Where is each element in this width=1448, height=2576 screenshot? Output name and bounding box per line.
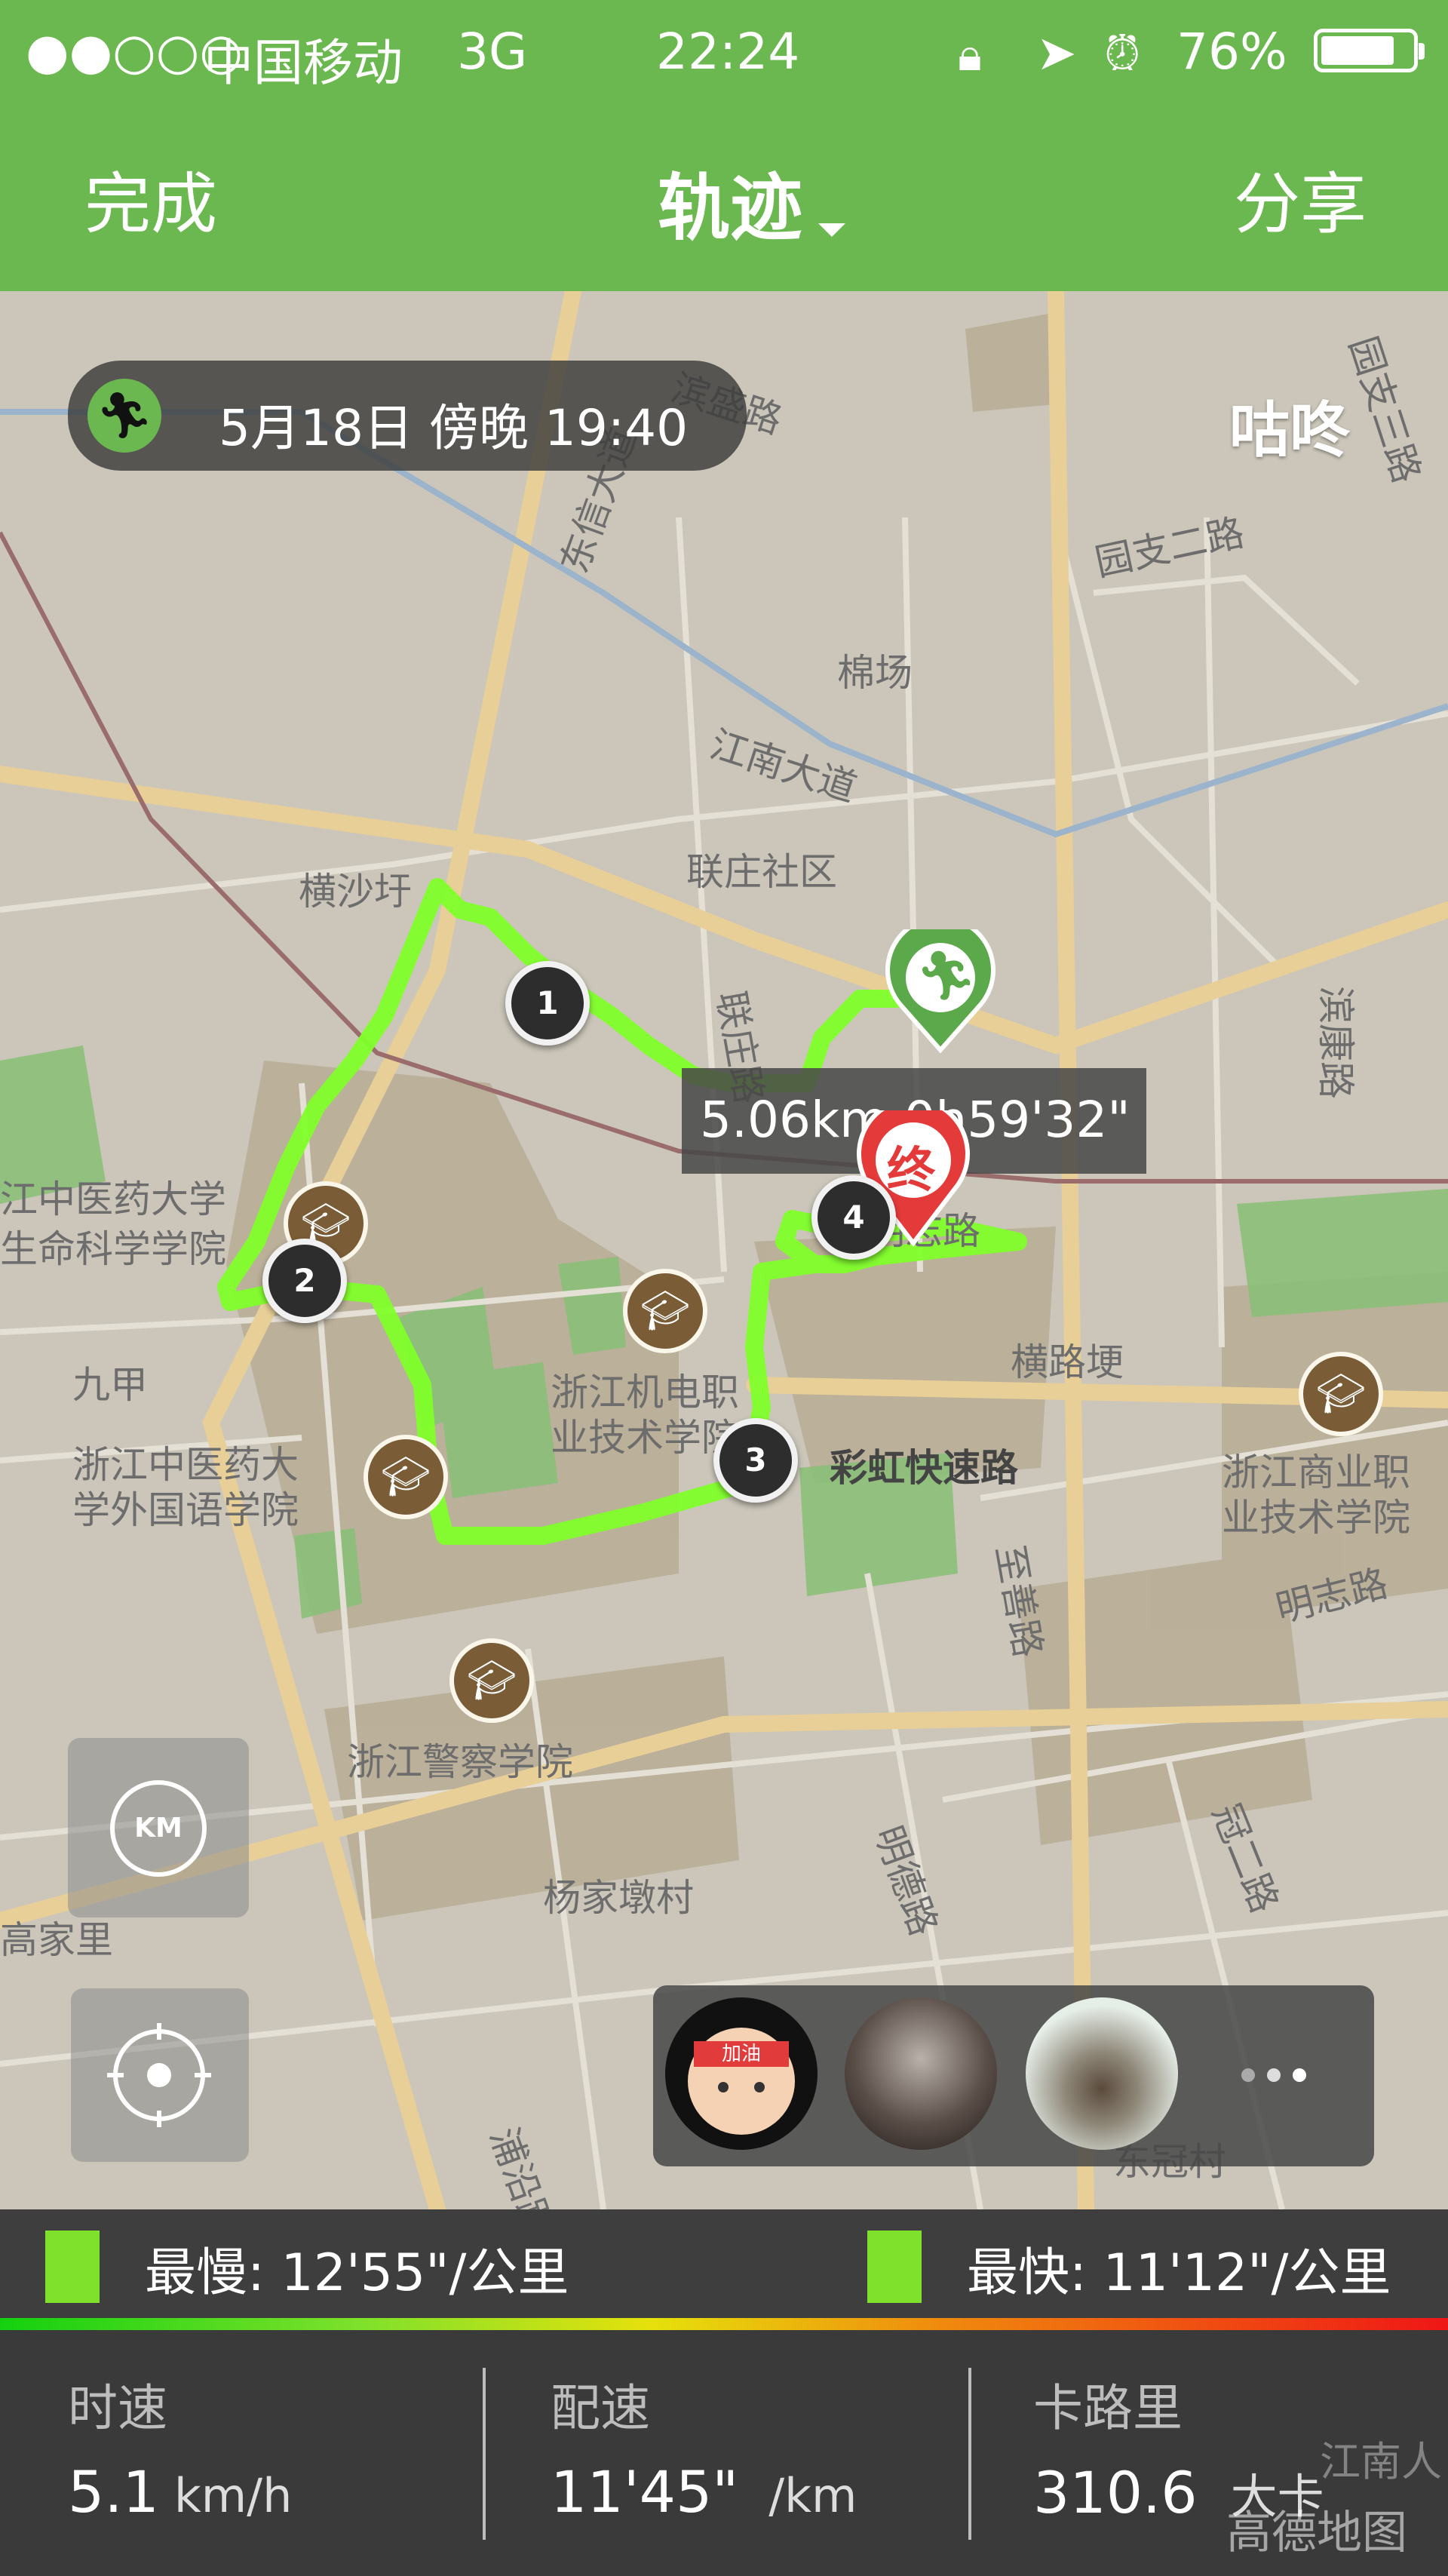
map-label: 横沙圩 xyxy=(299,870,412,913)
activity-time-badge: 🏃︎ 5月18日 傍晚 19:40 xyxy=(68,361,747,471)
green-area xyxy=(437,1362,558,1498)
divider xyxy=(968,2368,971,2540)
activity-datetime: 5月18日 傍晚 19:40 xyxy=(219,399,689,457)
pace-value-row: 11'45" /km xyxy=(551,2458,857,2525)
green-area xyxy=(1237,1189,1448,1317)
building-block xyxy=(965,314,1056,412)
avatar[interactable] xyxy=(1026,1997,1178,2150)
green-area xyxy=(294,1528,362,1619)
map-label: 高家里 xyxy=(0,1918,113,1962)
runner-icon: 🏃︎ xyxy=(916,948,977,1004)
speed-unit: km/h xyxy=(173,2468,293,2523)
locate-button[interactable] xyxy=(71,1988,249,2162)
slowest-color-swatch xyxy=(45,2231,100,2303)
stats-panel: 时速 5.1 km/h 配速 11'45"/km 卡路里 310.6 大卡 高德地图… xyxy=(0,2330,1448,2576)
fastest-color-swatch xyxy=(867,2231,922,2303)
campus-block xyxy=(1018,1551,1312,1845)
map-provider-logo: 高德地图 xyxy=(1226,2507,1407,2559)
map-label: 学外国语学院 xyxy=(72,1488,299,1532)
pace-label: 配速 xyxy=(551,2379,650,2437)
speed-value: 5.1 xyxy=(68,2458,159,2525)
pace-legend: 最慢: 12'55"/公里 最快: 11'12"/公里 xyxy=(0,2209,1448,2324)
map-label: 浙江警察学院 xyxy=(347,1740,573,1784)
header: ●●○○○ 中国移动 3G 22:24 🔒︎ ➤ ⏰︎ 76% 完成 轨迹 分享 xyxy=(0,0,1448,291)
locate-icon xyxy=(107,2023,211,2127)
map-label: 联庄社区 xyxy=(686,850,837,894)
share-button[interactable]: 分享 xyxy=(1234,151,1367,247)
speed-value-row: 5.1 km/h xyxy=(68,2458,292,2525)
map-view[interactable]: 滨盛路 东信大道 江南大道 棉场 园支二路 园支三路 联庄社区 横沙圩 江中医药… xyxy=(0,291,1448,2209)
unit-toggle-button[interactable]: KM xyxy=(68,1738,249,1917)
map-label: 杨家墩村 xyxy=(543,1876,694,1920)
battery-percent: 76% xyxy=(1176,23,1287,81)
clock: 22:24 xyxy=(656,23,800,81)
carrier: 中国移动 xyxy=(204,34,403,92)
map-label: 江中医药大学 xyxy=(0,1177,226,1221)
battery-icon xyxy=(1314,29,1425,72)
map-label: 滨康路 xyxy=(1314,986,1358,1099)
pace-gradient-bar xyxy=(0,2318,1448,2330)
map-label: 九甲 xyxy=(72,1363,148,1407)
end-label: 终 xyxy=(887,1143,935,1199)
map-label: 业技术学院 xyxy=(1222,1496,1410,1540)
school-icon: 🎓︎ xyxy=(1299,1352,1383,1436)
avatar-headband: 加油 xyxy=(694,2041,789,2067)
school-icon: 🎓︎ xyxy=(449,1638,534,1723)
start-marker[interactable]: 🏃︎ xyxy=(885,929,996,1058)
fastest-pace: 最快: 11'12"/公里 xyxy=(967,2243,1391,2303)
km-marker[interactable]: 1 xyxy=(505,961,590,1045)
avatar[interactable] xyxy=(845,1997,997,2150)
network-type: 3G xyxy=(457,23,528,81)
map-label: 棉场 xyxy=(837,651,913,695)
slowest-pace: 最慢: 12'55"/公里 xyxy=(145,2243,569,2303)
map-label: 江南人 xyxy=(1320,2438,1442,2485)
location-arrow-icon: ➤ xyxy=(1036,26,1077,81)
map-label: 彩虹快速路 xyxy=(830,1446,1018,1490)
km-icon: KM xyxy=(110,1780,207,1877)
minor-road xyxy=(1093,574,1360,686)
school-icon: 🎓︎ xyxy=(623,1269,707,1353)
school-icon: 🎓︎ xyxy=(364,1435,448,1519)
km-marker[interactable]: 2 xyxy=(262,1239,347,1323)
alarm-icon: ⏰︎ xyxy=(1104,26,1141,81)
km-marker[interactable]: 4 xyxy=(811,1175,896,1260)
done-button[interactable]: 完成 xyxy=(84,151,217,247)
km-marker[interactable]: 3 xyxy=(713,1418,798,1503)
rotation-lock-icon: 🔒︎ xyxy=(958,29,982,81)
calories-label: 卡路里 xyxy=(1033,2379,1183,2437)
calories-value: 310.6 xyxy=(1033,2459,1198,2526)
pace-unit: /km xyxy=(768,2468,857,2523)
map-label: 业技术学院 xyxy=(551,1416,739,1460)
friends-avatar-strip[interactable]: 加油 xyxy=(653,1985,1374,2166)
divider xyxy=(483,2368,486,2540)
avatar[interactable]: 加油 xyxy=(665,1997,818,2150)
map-label: 生命科学学院 xyxy=(0,1227,226,1271)
user-name: 咕咚 xyxy=(1229,395,1350,465)
track-title-dropdown[interactable]: 轨迹 xyxy=(658,149,846,254)
page-title: 轨迹 xyxy=(658,166,802,250)
minor-road xyxy=(1204,517,1225,1348)
more-friends-icon[interactable] xyxy=(1241,2068,1306,2085)
dropdown-caret-icon xyxy=(818,223,846,237)
speed-label: 时速 xyxy=(68,2379,167,2437)
pace-value: 11'45" xyxy=(551,2458,739,2525)
running-icon: 🏃︎ xyxy=(87,379,161,453)
map-label: 横路埂 xyxy=(1011,1340,1124,1384)
